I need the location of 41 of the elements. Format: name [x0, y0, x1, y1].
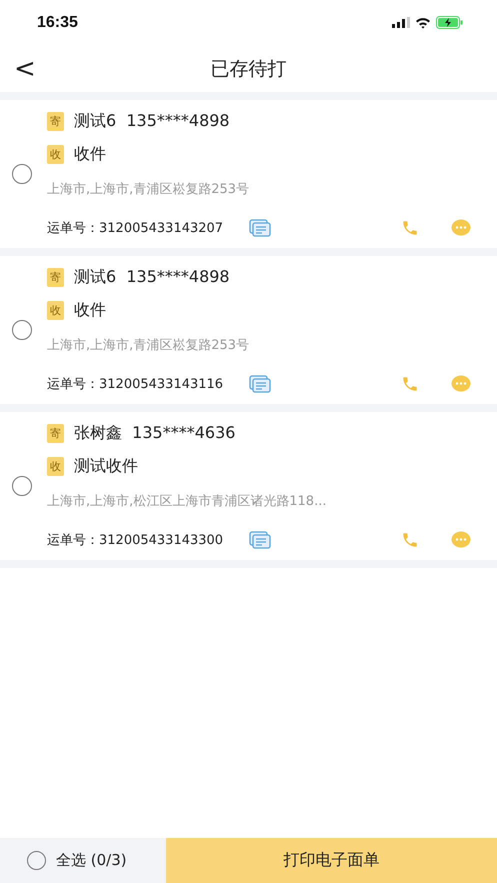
sender-name: 测试6 135****4898 — [74, 111, 230, 132]
waybill-number: 312005433143300 — [99, 532, 224, 548]
phone-icon[interactable] — [401, 531, 419, 549]
sender-name: 测试6 135****4898 — [74, 267, 230, 288]
copy-icon[interactable] — [249, 375, 272, 393]
address-text: 上海市,上海市,青浦区崧复路253号 — [47, 337, 250, 355]
phone-icon[interactable] — [401, 219, 419, 237]
select-all-checkbox[interactable]: 全选 (0/3) — [0, 838, 166, 883]
battery-icon — [436, 16, 463, 29]
waybill-label: 运单号： — [47, 376, 99, 393]
select-radio[interactable] — [12, 476, 32, 496]
sender-tag: 寄 — [47, 424, 64, 443]
receiver-name: 测试收件 — [74, 456, 138, 477]
phone-icon[interactable] — [401, 375, 419, 393]
chat-icon[interactable] — [451, 219, 471, 237]
page-title: 已存待打 — [210, 56, 286, 82]
sender-tag: 寄 — [47, 112, 64, 131]
print-button[interactable]: 打印电子面单 — [166, 838, 497, 883]
copy-icon[interactable] — [249, 531, 272, 549]
receiver-name: 收件 — [74, 144, 106, 165]
status-time: 16:35 — [37, 14, 78, 32]
select-radio[interactable] — [12, 164, 32, 184]
back-button[interactable]: < — [10, 54, 40, 84]
sender-tag: 寄 — [47, 268, 64, 287]
waybill-label: 运单号： — [47, 220, 99, 237]
sender-name: 张树鑫 135****4636 — [74, 423, 236, 444]
wifi-icon — [415, 16, 431, 28]
receiver-tag: 收 — [47, 301, 64, 320]
waybill-label: 运单号： — [47, 532, 99, 549]
receiver-tag: 收 — [47, 145, 64, 164]
chat-icon[interactable] — [451, 531, 471, 549]
chat-icon[interactable] — [451, 375, 471, 393]
address-text: 上海市,上海市,青浦区崧复路253号 — [47, 181, 250, 199]
select-radio[interactable] — [12, 320, 32, 340]
waybill-number: 312005433143116 — [99, 376, 224, 392]
signal-icon — [392, 17, 410, 28]
address-text: 上海市,上海市,松江区上海市青浦区诸光路118... — [47, 493, 328, 511]
waybill-number: 312005433143207 — [99, 220, 224, 236]
receiver-name: 收件 — [74, 300, 106, 321]
copy-icon[interactable] — [249, 219, 272, 237]
receiver-tag: 收 — [47, 457, 64, 476]
